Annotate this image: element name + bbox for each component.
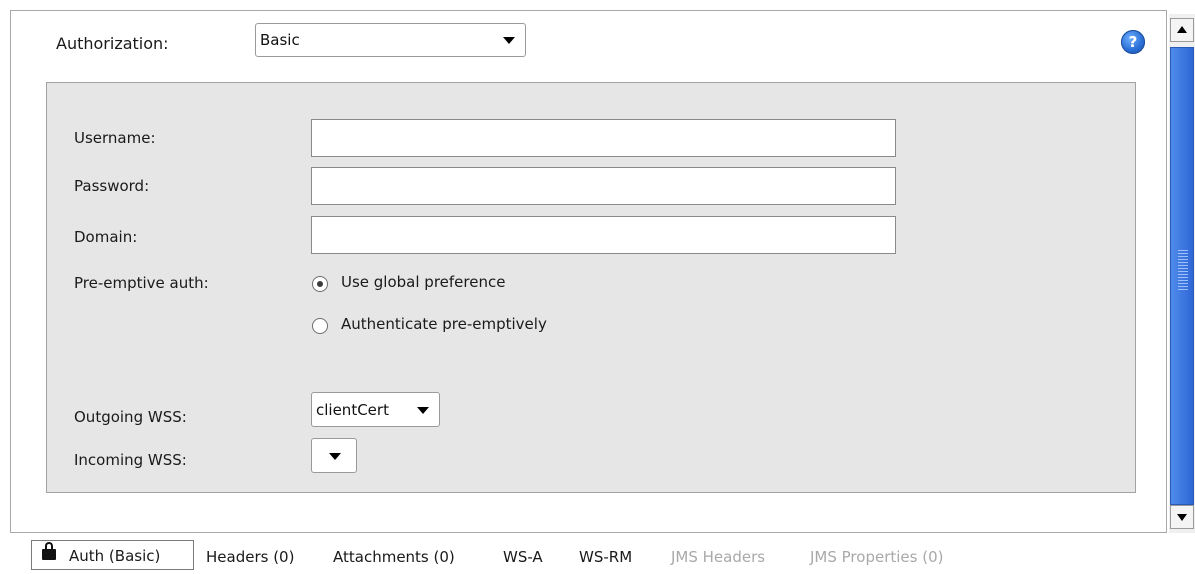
lock-icon <box>42 542 56 560</box>
authorization-select[interactable]: Basic <box>255 23 526 57</box>
radio-authenticate-preemptively[interactable] <box>312 318 328 334</box>
tab-headers[interactable]: Headers (0) <box>206 548 294 566</box>
incoming-wss-label: Incoming WSS: <box>74 451 187 469</box>
authorization-select-value: Basic <box>260 31 300 49</box>
incoming-wss-select[interactable] <box>311 438 357 473</box>
tab-auth[interactable]: Auth (Basic) <box>31 540 194 570</box>
chevron-down-icon <box>417 406 429 414</box>
outgoing-wss-value: clientCert <box>316 400 389 419</box>
password-input[interactable] <box>311 167 896 205</box>
tab-attachments[interactable]: Attachments (0) <box>333 548 455 566</box>
radio-use-global-preference[interactable] <box>312 276 328 292</box>
chevron-down-icon <box>503 37 515 44</box>
help-icon[interactable]: ? <box>1121 30 1145 54</box>
authorization-label: Authorization: <box>56 34 169 53</box>
password-label: Password: <box>74 177 150 195</box>
username-input[interactable] <box>311 119 896 157</box>
outgoing-wss-label: Outgoing WSS: <box>74 408 187 426</box>
tab-bar: Auth (Basic) Headers (0) Attachments (0)… <box>0 538 1195 574</box>
domain-label: Domain: <box>74 228 138 246</box>
arrow-up-icon <box>1177 26 1187 33</box>
arrow-down-icon <box>1177 514 1187 521</box>
tab-jms-headers[interactable]: JMS Headers <box>671 548 765 566</box>
tab-auth-label: Auth (Basic) <box>69 547 161 565</box>
scroll-down-button[interactable] <box>1170 505 1194 529</box>
username-label: Username: <box>74 129 156 147</box>
outgoing-wss-select[interactable]: clientCert <box>311 392 440 427</box>
grip-icon <box>1178 250 1188 292</box>
tab-ws-rm[interactable]: WS-RM <box>579 548 632 566</box>
tab-ws-a[interactable]: WS-A <box>503 548 543 566</box>
radio-authenticate-preemptively-label[interactable]: Authenticate pre-emptively <box>341 315 547 333</box>
chevron-down-icon <box>329 452 341 460</box>
radio-use-global-preference-label[interactable]: Use global preference <box>341 273 505 291</box>
preemptive-auth-label: Pre-emptive auth: <box>74 274 209 292</box>
scroll-up-button[interactable] <box>1170 18 1194 42</box>
domain-input[interactable] <box>311 216 896 254</box>
tab-jms-properties[interactable]: JMS Properties (0) <box>810 548 943 566</box>
